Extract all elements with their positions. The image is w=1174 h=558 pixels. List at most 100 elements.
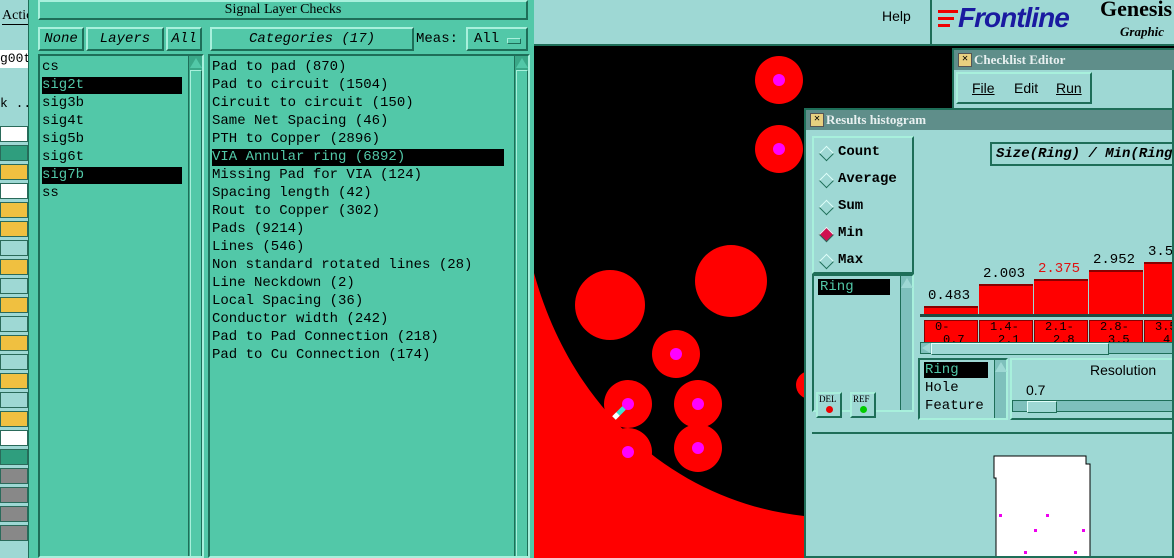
layer-color-swatch[interactable] [0, 411, 28, 427]
histogram-bar[interactable] [1089, 270, 1143, 314]
ref-button[interactable]: REF [850, 392, 876, 418]
category-item[interactable]: Conductor width (242) [212, 311, 504, 328]
radio-diamond-icon[interactable] [818, 145, 835, 162]
layer-color-swatch[interactable] [0, 373, 28, 389]
mode-option-min[interactable]: Min [818, 225, 910, 243]
attribute-selector-scrollbar[interactable] [994, 360, 1007, 418]
menu-file[interactable]: File [972, 80, 995, 96]
layer-item-sig3b[interactable]: sig3b [42, 95, 182, 112]
category-item[interactable]: Local Spacing (36) [212, 293, 504, 310]
window-menu-icon[interactable]: ✕ [958, 53, 972, 67]
scroll-thumb[interactable] [516, 70, 528, 556]
mode-option-max[interactable]: Max [818, 252, 910, 270]
attribute-selector[interactable]: Ring Hole Feature [918, 358, 1008, 420]
layer-item-sig5b[interactable]: sig5b [42, 131, 182, 148]
layers-list[interactable]: cs sig2t sig3b sig4t sig5b sig6t sig7b ss [38, 54, 204, 558]
layer-color-swatch[interactable] [0, 259, 28, 275]
category-item[interactable]: Non standard rotated lines (28) [212, 257, 504, 274]
layer-color-swatch[interactable] [0, 392, 28, 408]
meas-select[interactable]: All [466, 27, 528, 51]
radio-diamond-icon[interactable] [818, 253, 835, 270]
layer-item-sig7b[interactable]: sig7b [42, 167, 182, 184]
histogram-bar[interactable] [1034, 278, 1088, 314]
layer-color-swatch[interactable] [0, 316, 28, 332]
attr-option-ring[interactable]: Ring [924, 362, 988, 378]
layer-color-swatch[interactable] [0, 335, 28, 351]
mode-option-count[interactable]: Count [818, 144, 910, 162]
scroll-left-arrow-icon[interactable] [922, 343, 930, 353]
category-item[interactable]: Missing Pad for VIA (124) [212, 167, 504, 184]
category-item[interactable]: Pad to Cu Connection (174) [212, 347, 504, 364]
layer-color-swatch[interactable] [0, 221, 28, 237]
category-item[interactable]: Same Net Spacing (46) [212, 113, 504, 130]
checklist-titlebar[interactable]: ✕ Checklist Editor [954, 50, 1174, 70]
category-item[interactable]: Circuit to circuit (150) [212, 95, 504, 112]
layer-color-swatch[interactable] [0, 202, 28, 218]
histogram-preview[interactable] [812, 432, 1172, 556]
attribute-item-ring[interactable]: Ring [818, 279, 890, 295]
category-item[interactable]: Pad to Pad Connection (218) [212, 329, 504, 346]
category-item[interactable]: Pad to circuit (1504) [212, 77, 504, 94]
categories-list[interactable]: Pad to pad (870) Pad to circuit (1504) Cir… [208, 54, 530, 558]
layer-color-swatch[interactable] [0, 183, 28, 199]
category-item[interactable]: Line Neckdown (2) [212, 275, 504, 292]
layer-item-sig2t[interactable]: sig2t [42, 77, 182, 94]
layer-color-swatch[interactable] [0, 506, 28, 522]
layer-item-cs[interactable]: cs [42, 59, 182, 76]
layers-button[interactable]: Layers [86, 27, 164, 51]
all-layers-button[interactable]: All [166, 27, 202, 51]
categories-button[interactable]: Categories (17) [210, 27, 414, 51]
slider-thumb[interactable] [1027, 401, 1057, 413]
layer-color-swatch[interactable] [0, 468, 28, 484]
layer-color-swatch[interactable] [0, 449, 28, 465]
category-item[interactable]: Lines (546) [212, 239, 504, 256]
menu-run[interactable]: Run [1056, 80, 1082, 96]
histogram-bar[interactable] [924, 306, 978, 314]
mode-option-average[interactable]: Average [818, 171, 910, 189]
category-item[interactable]: Pads (9214) [212, 221, 504, 238]
category-item[interactable]: PTH to Copper (2896) [212, 131, 504, 148]
histogram-bar[interactable] [979, 284, 1033, 314]
category-item[interactable]: VIA Annular ring (6892) [212, 149, 504, 166]
scroll-up-arrow-icon[interactable] [995, 362, 1007, 372]
scroll-up-arrow-icon[interactable] [516, 58, 528, 68]
attr-option-hole[interactable]: Hole [924, 380, 959, 396]
mode-option-sum[interactable]: Sum [818, 198, 910, 216]
layer-color-swatch[interactable] [0, 164, 28, 180]
none-button[interactable]: None [38, 27, 84, 51]
layers-scrollbar[interactable] [188, 56, 202, 556]
help-button[interactable]: Help [882, 8, 911, 24]
histogram-scrollbar[interactable] [920, 342, 1172, 355]
layer-item-sig6t[interactable]: sig6t [42, 149, 182, 166]
scroll-thumb[interactable] [931, 343, 1109, 355]
layer-color-swatch[interactable] [0, 487, 28, 503]
layer-item-sig4t[interactable]: sig4t [42, 113, 182, 130]
layer-color-swatch[interactable] [0, 354, 28, 370]
layer-color-swatch[interactable] [0, 525, 28, 541]
layer-color-swatch[interactable] [0, 126, 28, 142]
layer-color-swatch[interactable] [0, 297, 28, 313]
categories-scrollbar[interactable] [514, 56, 528, 556]
radio-diamond-icon[interactable] [818, 226, 835, 243]
layer-color-swatch[interactable] [0, 430, 28, 446]
radio-diamond-icon[interactable] [818, 199, 835, 216]
histogram-bar[interactable] [1144, 262, 1172, 314]
menu-edit[interactable]: Edit [1014, 80, 1038, 96]
layer-color-swatch[interactable] [0, 145, 28, 161]
scroll-up-arrow-icon[interactable] [901, 278, 913, 288]
scroll-up-arrow-icon[interactable] [190, 58, 202, 68]
category-item[interactable]: Pad to pad (870) [212, 59, 504, 76]
layer-item-ss[interactable]: ss [42, 185, 182, 202]
del-button[interactable]: DEL [816, 392, 842, 418]
radio-diamond-icon[interactable] [818, 172, 835, 189]
scroll-thumb[interactable] [190, 70, 202, 556]
layer-color-swatch[interactable] [0, 278, 28, 294]
attribute-list-scrollbar[interactable] [900, 276, 913, 410]
histogram-titlebar[interactable]: ✕ Results histogram [806, 110, 1172, 130]
category-item[interactable]: Spacing length (42) [212, 185, 504, 202]
category-item[interactable]: Rout to Copper (302) [212, 203, 504, 220]
layer-color-swatch[interactable] [0, 240, 28, 256]
window-menu-icon[interactable]: ✕ [810, 113, 824, 127]
attr-option-feature[interactable]: Feature [924, 398, 984, 414]
resolution-slider[interactable] [1012, 400, 1172, 413]
